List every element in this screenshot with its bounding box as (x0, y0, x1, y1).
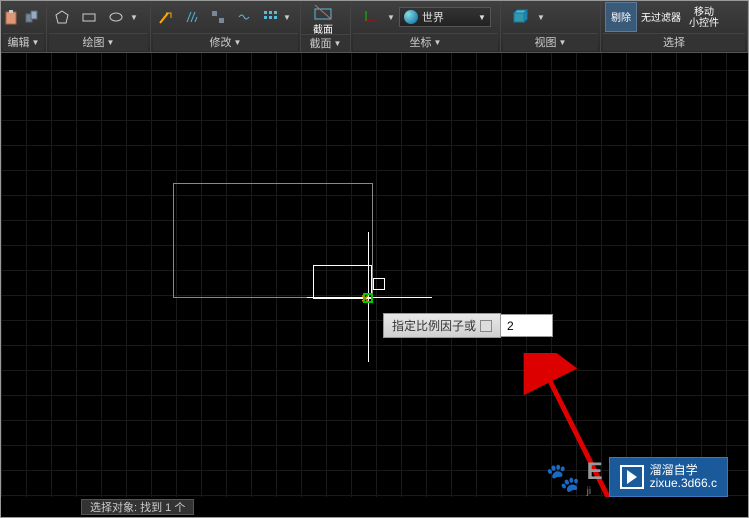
chevron-down-icon[interactable]: ▼ (234, 34, 242, 52)
no-filter-label: 无过滤器 (641, 13, 681, 24)
scale-factor-input[interactable] (501, 314, 553, 337)
cursor-pickbox (373, 278, 385, 290)
extend-icon[interactable] (154, 5, 178, 29)
section-panel-label: 截面 (310, 35, 332, 53)
coord-combo-text: 世界 (422, 9, 444, 25)
modify-panel-label: 修改 (210, 34, 232, 52)
chevron-down-icon[interactable]: ▼ (334, 35, 342, 53)
draw-panel-label: 绘图 (83, 34, 105, 52)
view-panel-label: 视图 (535, 34, 557, 52)
edit-panel-label: 编辑 (8, 34, 30, 52)
chevron-down-icon[interactable]: ▼ (32, 34, 40, 52)
cull-button[interactable]: 剔除 (605, 2, 637, 32)
paw-icon: 🐾 (546, 461, 581, 494)
chevron-down-icon[interactable]: ▼ (387, 13, 395, 22)
ellipse-icon[interactable] (104, 5, 128, 29)
polygon-icon[interactable] (50, 5, 74, 29)
coord-panel-label: 坐标 (410, 34, 432, 52)
ribbon-toolbar: 编辑▼ ▼ 绘图▼ ▼ 修改▼ 截面平面 截面▼ ▼ (1, 1, 748, 53)
view-cube-icon[interactable] (508, 5, 532, 29)
copy-icon[interactable] (25, 5, 44, 29)
move-gizmo-button[interactable]: 移动小控件 (685, 2, 723, 32)
chevron-down-icon[interactable]: ▼ (283, 13, 291, 22)
dynamic-input-prompt: 指定比例因子或 (383, 313, 553, 338)
offset-icon[interactable] (180, 5, 204, 29)
chevron-down-icon[interactable]: ▼ (107, 34, 115, 52)
paste-icon[interactable] (4, 5, 23, 29)
watermark: 🐾 E ji 溜溜自学 zixue.3d66.c (546, 457, 728, 497)
break-icon[interactable] (232, 5, 256, 29)
chevron-down-icon[interactable]: ▼ (130, 13, 138, 22)
status-bar: 选择对象: 找到 1 个 (1, 497, 748, 517)
command-line[interactable]: 选择对象: 找到 1 个 (81, 499, 194, 515)
chevron-down-icon[interactable]: ▼ (537, 13, 545, 22)
prompt-label-box: 指定比例因子或 (383, 313, 501, 338)
ucs-icon[interactable] (358, 5, 382, 29)
coordinate-system-combo[interactable]: 世界 ▼ (399, 7, 491, 27)
chevron-down-icon[interactable]: ▼ (434, 34, 442, 52)
watermark-badge: 溜溜自学 zixue.3d66.c (609, 457, 728, 497)
prompt-dropdown-icon[interactable] (480, 320, 492, 332)
watermark-line2: zixue.3d66.c (650, 477, 717, 490)
chevron-down-icon[interactable]: ▼ (559, 34, 567, 52)
rectangle-icon[interactable] (77, 5, 101, 29)
snap-x-icon: × (361, 290, 369, 306)
prompt-text: 指定比例因子或 (392, 317, 476, 334)
grid-background (1, 53, 748, 497)
play-icon (627, 470, 637, 484)
join-icon[interactable] (206, 5, 230, 29)
no-filter-button[interactable]: 无过滤器 (639, 2, 683, 32)
cull-label: 剔除 (611, 13, 631, 24)
drawing-canvas[interactable]: × 指定比例因子或 🐾 E ji 溜溜自学 zixue.3d66.c (1, 53, 748, 497)
globe-icon (404, 10, 418, 24)
chevron-down-icon: ▼ (478, 13, 486, 22)
move-gizmo-label: 移动小控件 (689, 7, 719, 29)
array-icon[interactable] (258, 5, 282, 29)
watermark-text-e: E (587, 458, 603, 486)
selection-panel-label: 选择 (663, 34, 685, 52)
